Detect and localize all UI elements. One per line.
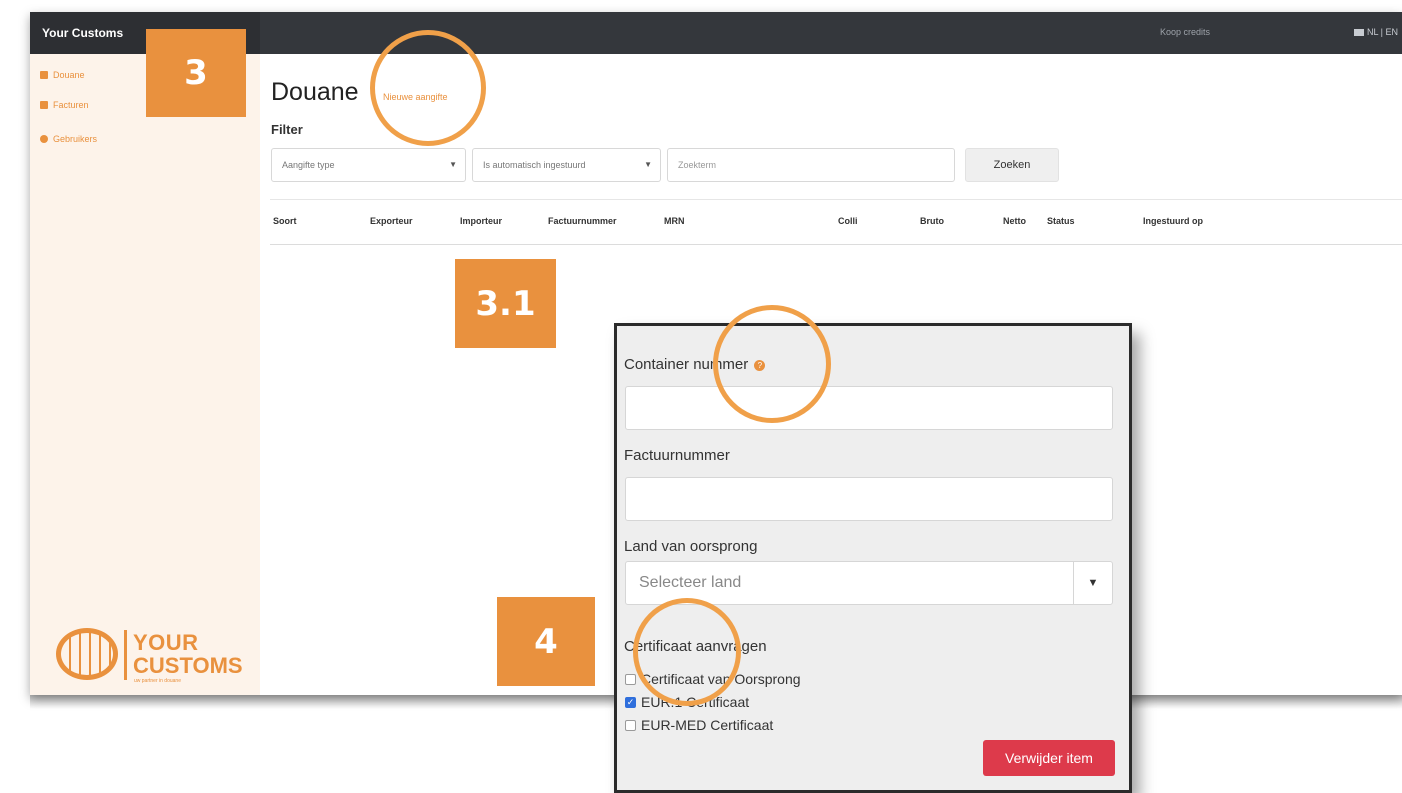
- option-label: EUR-MED Certificaat: [641, 717, 774, 733]
- chevron-down-icon: ▼: [449, 160, 457, 169]
- document-icon: [40, 101, 48, 109]
- column-header[interactable]: Colli: [838, 216, 858, 226]
- checkbox-checked[interactable]: ✓: [625, 696, 636, 708]
- logo-text-line2: CUSTOMS: [133, 653, 243, 678]
- step-badge-4: 4: [497, 597, 595, 686]
- column-header[interactable]: Netto: [1003, 216, 1026, 226]
- column-header[interactable]: Exporteur: [370, 216, 413, 226]
- search-input[interactable]: Zoekterm: [667, 148, 955, 182]
- flag-icon: [1353, 28, 1364, 36]
- sidebar-item-douane[interactable]: Douane: [40, 70, 85, 80]
- table-header: Soort Exporteur Importeur Factuurnummer …: [270, 199, 1402, 245]
- your-customs-logo: YOUR CUSTOMS uw partner in douane: [48, 620, 243, 692]
- certificate-eurmed-option[interactable]: EUR-MED Certificaat: [625, 717, 773, 733]
- select-value: Aangifte type: [282, 160, 335, 170]
- declaration-type-select[interactable]: Aangifte type ▼: [271, 148, 466, 182]
- highlight-circle: [633, 598, 741, 706]
- sidebar-item-label: Gebruikers: [53, 134, 98, 144]
- document-icon: [40, 71, 48, 79]
- column-header[interactable]: Soort: [273, 216, 297, 226]
- select-value: Is automatisch ingestuurd: [483, 160, 586, 170]
- language-label: NL | EN: [1366, 27, 1398, 37]
- remove-item-button[interactable]: Verwijder item: [983, 740, 1115, 776]
- country-of-origin-label: Land van oorsprong: [624, 538, 758, 555]
- globe-icon: [56, 628, 118, 680]
- step-badge-3: 3: [146, 29, 246, 117]
- invoice-number-input[interactable]: [625, 477, 1113, 521]
- sidebar-item-gebruikers[interactable]: Gebruikers: [40, 134, 97, 144]
- checkbox[interactable]: [625, 719, 636, 731]
- column-header[interactable]: Factuurnummer: [548, 216, 617, 226]
- search-button[interactable]: Zoeken: [965, 148, 1059, 182]
- invoice-number-label: Factuurnummer: [624, 447, 730, 464]
- column-header[interactable]: Importeur: [460, 216, 502, 226]
- caret-down-icon[interactable]: ▼: [1073, 562, 1112, 604]
- chevron-down-icon: ▼: [644, 160, 652, 169]
- highlight-circle: [370, 30, 486, 146]
- filter-heading: Filter: [271, 122, 303, 137]
- column-header[interactable]: Ingestuurd op: [1143, 216, 1203, 226]
- column-header[interactable]: MRN: [664, 216, 685, 226]
- sidebar-item-label: Douane: [53, 70, 85, 80]
- sidebar-item-facturen[interactable]: Facturen: [40, 100, 89, 110]
- checkbox[interactable]: [625, 673, 636, 685]
- item-detail-panel: Container nummer ? Factuurnummer Land va…: [614, 323, 1132, 793]
- column-header[interactable]: Status: [1047, 216, 1075, 226]
- container-number-input[interactable]: [625, 386, 1113, 430]
- language-switcher[interactable]: NL | EN: [1353, 27, 1398, 37]
- highlight-circle: [713, 305, 831, 423]
- buy-credits-link[interactable]: Koop credits: [1160, 27, 1210, 37]
- sidebar-item-label: Facturen: [53, 100, 89, 110]
- step-badge-3-1: 3.1: [455, 259, 556, 348]
- users-icon: [40, 135, 48, 143]
- country-placeholder: Selecteer land: [639, 574, 742, 591]
- page-title: Douane: [271, 78, 359, 106]
- auto-submitted-select[interactable]: Is automatisch ingestuurd ▼: [472, 148, 661, 182]
- column-header[interactable]: Bruto: [920, 216, 944, 226]
- logo-tagline: uw partner in douane: [134, 678, 181, 684]
